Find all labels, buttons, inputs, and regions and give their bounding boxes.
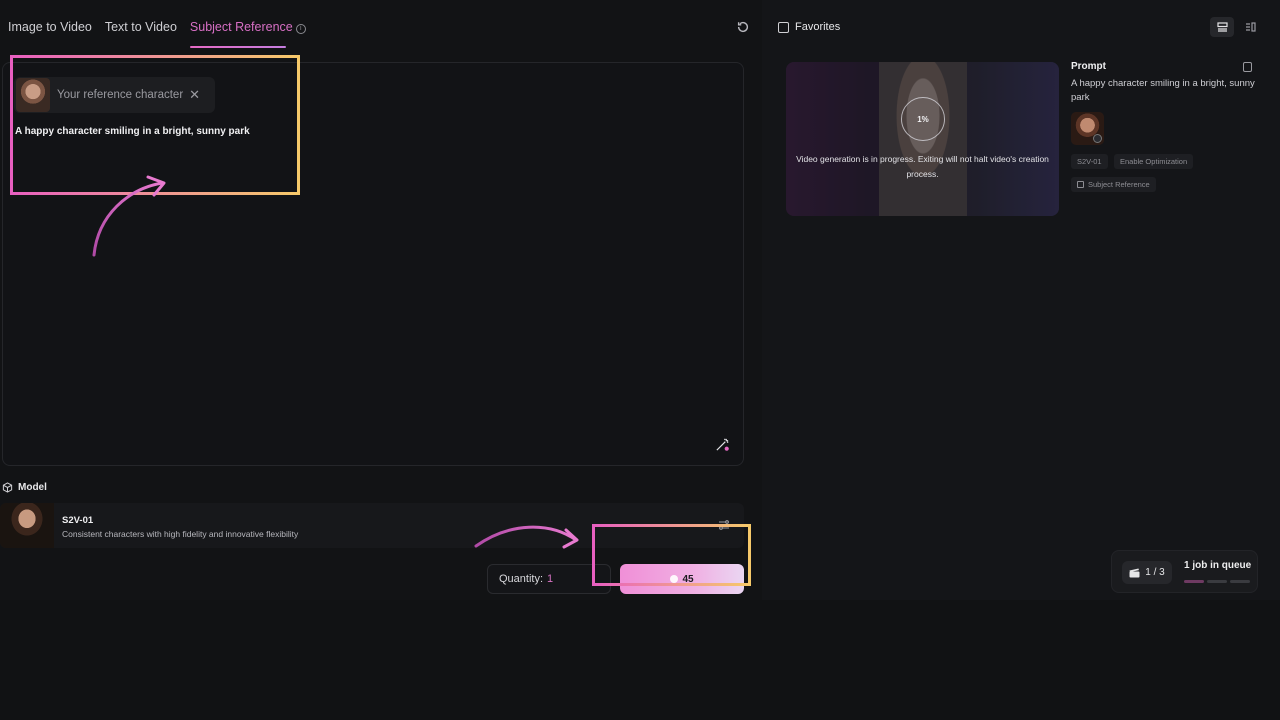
progress-ring: 1% <box>901 97 945 141</box>
queue-label: 1 job in queue <box>1184 560 1252 571</box>
favorites-filter[interactable]: Favorites <box>778 21 840 33</box>
tab-text-to-video[interactable]: Text to Video <box>105 20 177 48</box>
tag-optimization: Enable Optimization <box>1114 154 1194 169</box>
favorites-label: Favorites <box>795 21 841 33</box>
copy-icon[interactable] <box>1243 62 1252 72</box>
job-reference-thumbnail[interactable] <box>1071 112 1104 145</box>
mode-tabs: Image to Video Text to Video Subject Ref… <box>8 20 319 48</box>
reference-placeholder: Your reference character <box>57 89 184 101</box>
queue-count: 1 / 3 <box>1122 561 1172 584</box>
quantity-value: 1 <box>547 573 554 585</box>
model-description: Consistent characters with high fidelity… <box>62 529 299 539</box>
tag-subject-reference: Subject Reference <box>1071 177 1156 192</box>
tag-subject-reference-label: Subject Reference <box>1088 180 1150 189</box>
reference-thumbnail <box>16 78 50 112</box>
grid-view-button[interactable] <box>1210 17 1234 37</box>
view-toggle <box>1210 17 1262 37</box>
model-card[interactable]: S2V-01 Consistent characters with high f… <box>0 503 744 548</box>
model-name: S2V-01 <box>62 515 94 526</box>
cube-icon <box>2 482 13 493</box>
queue-count-text: 1 / 3 <box>1145 567 1165 578</box>
annotation-arrow-right <box>474 525 579 549</box>
enhance-icon[interactable] <box>715 437 730 452</box>
queue-bar <box>1207 580 1227 583</box>
job-queue-widget[interactable]: 1 / 3 1 job in queue <box>1111 550 1258 593</box>
list-view-button[interactable] <box>1238 17 1262 37</box>
video-generation-card[interactable]: 1% Video generation is in progress. Exit… <box>786 62 1059 216</box>
checkbox-icon[interactable] <box>778 21 789 33</box>
zoom-icon <box>1093 134 1102 143</box>
progress-message: Video generation is in progress. Exiting… <box>796 154 1049 179</box>
grid-view-icon <box>1216 22 1228 32</box>
refresh-icon[interactable] <box>736 20 750 34</box>
reference-character-chip[interactable]: Your reference character ✕ <box>14 77 215 113</box>
coin-icon <box>670 575 679 583</box>
settings-icon[interactable] <box>718 519 730 531</box>
model-label-text: Model <box>18 482 47 493</box>
tab-subject-reference[interactable]: Subject Reference i <box>189 20 306 48</box>
job-prompt-text: A happy character smiling in a bright, s… <box>1071 78 1255 103</box>
close-icon[interactable]: ✕ <box>189 87 200 103</box>
generate-button[interactable]: 45 <box>620 564 744 594</box>
clapper-icon <box>1129 568 1140 577</box>
queue-progress <box>1184 580 1250 583</box>
subject-reference-icon <box>1077 181 1084 188</box>
quantity-selector[interactable]: Quantity: 1 <box>487 564 611 594</box>
tab-image-to-video[interactable]: Image to Video <box>8 20 92 48</box>
info-icon[interactable]: i <box>295 24 306 34</box>
prompt-textarea[interactable] <box>2 62 744 466</box>
queue-bar <box>1230 580 1250 583</box>
list-view-icon <box>1245 22 1256 32</box>
tag-model: S2V-01 <box>1071 154 1108 169</box>
annotation-arrow-up <box>92 175 166 257</box>
model-thumbnail <box>0 503 54 548</box>
quantity-label: Quantity: <box>499 573 544 585</box>
job-prompt-heading: Prompt <box>1071 61 1106 72</box>
queue-bar <box>1184 580 1204 583</box>
model-section-label: Model <box>2 482 47 493</box>
generate-cost: 45 <box>682 573 694 585</box>
prompt-text[interactable]: A happy character smiling in a bright, s… <box>15 126 250 137</box>
tab-subject-reference-label: Subject Reference <box>189 20 293 34</box>
